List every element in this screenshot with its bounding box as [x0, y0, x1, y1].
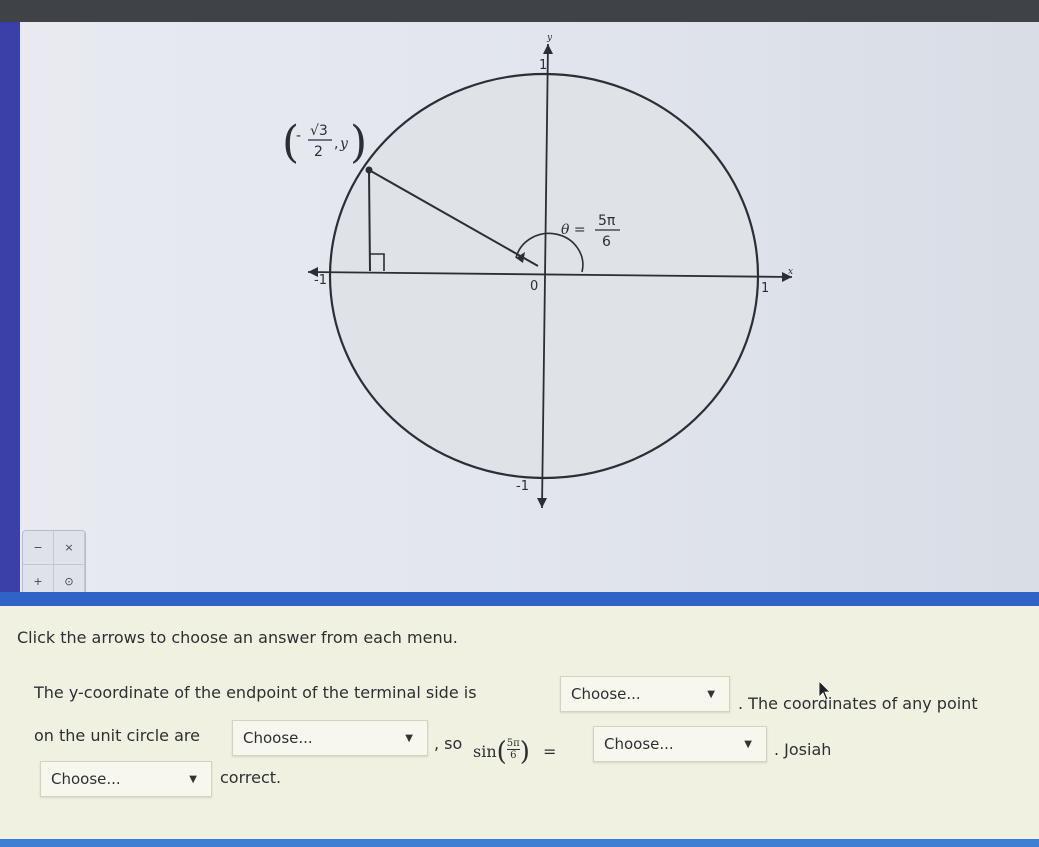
- close-icon[interactable]: ×: [54, 531, 85, 565]
- point-label-x-denominator: 2: [314, 144, 323, 160]
- chevron-down-icon: ▼: [189, 774, 197, 785]
- sentence-2b: , so: [434, 734, 463, 753]
- y-tick-positive-label: 1: [539, 58, 547, 73]
- chevron-down-icon: ▼: [707, 689, 715, 700]
- y-axis-up-arrow: [543, 44, 553, 54]
- chevron-down-icon: ▼: [744, 739, 752, 750]
- point-label-close-paren: ): [350, 117, 367, 168]
- theta-numerator: 5π: [598, 213, 616, 229]
- sentence-2a: on the unit circle are: [34, 726, 200, 745]
- point-label-y: y: [339, 136, 349, 152]
- sentence-1a: The y-coordinate of the endpoint of the …: [34, 683, 477, 702]
- sin-argument-denominator: 6: [510, 750, 517, 761]
- x-tick-negative-label: -1: [314, 273, 327, 288]
- sin-argument-numerator: 5π: [506, 738, 520, 750]
- sin-expression: sin(5π 6) =: [473, 734, 557, 767]
- point-label-comma: ,: [334, 136, 338, 152]
- mouse-pointer-icon: [818, 680, 831, 701]
- point-label-x-numerator: √3: [310, 123, 328, 139]
- bottom-bar: [0, 839, 1039, 847]
- origin-label: 0: [530, 279, 538, 294]
- left-edge-strip: [0, 22, 20, 602]
- select-y-coordinate-value: Choose...: [571, 685, 641, 703]
- sin-close-paren: ): [519, 737, 530, 767]
- sin-open-paren: (: [496, 737, 507, 767]
- sentence-1b: . The coordinates of any point: [738, 694, 978, 713]
- unit-circle-figure: ( - √3 2 , y ) θ = 5π 6 0 1 -1 1 -1 x y …: [20, 22, 1039, 602]
- sentence-2c: . Josiah: [774, 740, 832, 759]
- unit-circle-svg: ( - √3 2 , y ) θ = 5π 6 0 1 -1 1 -1 x y: [282, 33, 793, 509]
- top-bar: [0, 0, 1039, 22]
- vertical-leg: [368, 169, 371, 272]
- zoom-out-button[interactable]: −: [23, 531, 54, 565]
- select-josiah-correctness-value: Choose...: [51, 770, 121, 788]
- select-sin-value[interactable]: Choose... ▼: [593, 726, 767, 762]
- chevron-down-icon: ▼: [405, 733, 413, 744]
- sin-argument-fraction: 5π 6: [506, 738, 520, 761]
- select-y-coordinate[interactable]: Choose... ▼: [560, 676, 730, 712]
- theta-label: θ =: [561, 222, 586, 238]
- select-coordinates-value: Choose...: [243, 729, 313, 747]
- sin-function: sin: [473, 742, 497, 761]
- select-coordinates[interactable]: Choose... ▼: [232, 720, 428, 756]
- question-panel: Click the arrows to choose an answer fro…: [0, 606, 1039, 839]
- select-sin-value-value: Choose...: [604, 735, 674, 753]
- sentence-3: correct.: [220, 768, 282, 787]
- x-axis-name: x: [788, 267, 793, 277]
- select-josiah-correctness[interactable]: Choose... ▼: [40, 761, 212, 797]
- instruction-text: Click the arrows to choose an answer fro…: [17, 628, 458, 647]
- point-label-minus: -: [296, 128, 301, 144]
- theta-denominator: 6: [602, 234, 611, 250]
- y-tick-negative-label: -1: [516, 479, 529, 494]
- y-axis-name: y: [546, 33, 553, 43]
- y-axis-down-arrow: [537, 498, 547, 508]
- zoom-toolbox: − × + ⊙: [22, 530, 86, 600]
- equals-sign: =: [542, 742, 557, 761]
- x-tick-positive-label: 1: [761, 281, 769, 296]
